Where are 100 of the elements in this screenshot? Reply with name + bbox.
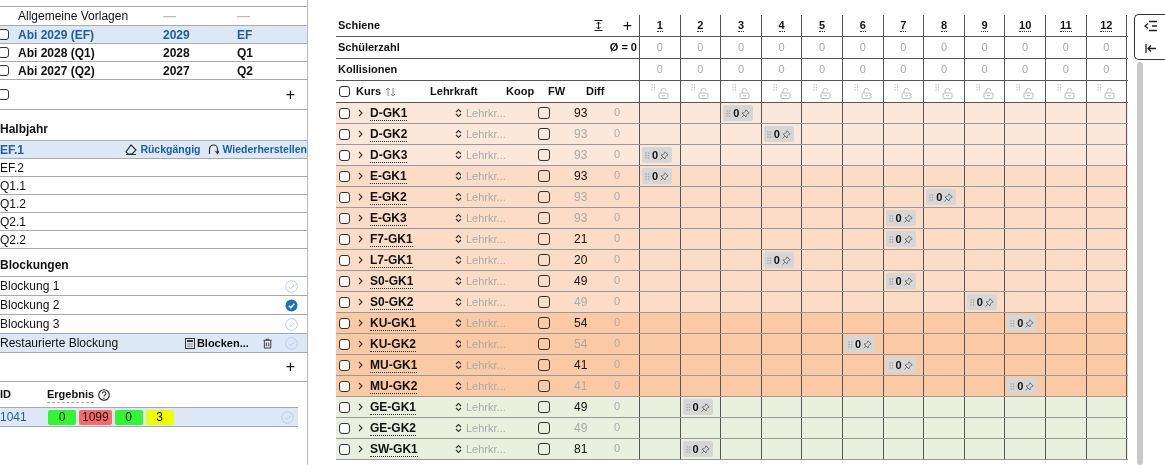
checkbox[interactable] — [339, 107, 350, 119]
add-button[interactable]: + — [285, 359, 295, 375]
up-down-chevron-icon[interactable] — [455, 423, 462, 433]
teacher-input-field[interactable]: Lehrkr... — [466, 188, 528, 206]
teacher-input-field[interactable]: Lehrkr... — [466, 377, 528, 395]
up-down-chevron-icon[interactable] — [455, 171, 462, 181]
pin-icon[interactable] — [660, 171, 670, 181]
rail-number[interactable]: 6 — [859, 19, 866, 32]
checkbox[interactable] — [339, 380, 350, 392]
checkbox[interactable] — [0, 29, 9, 40]
course-link[interactable]: KU-GK2 — [370, 337, 416, 352]
course-link[interactable]: S0-GK2 — [370, 295, 414, 310]
course-link[interactable]: MU-GK2 — [370, 379, 418, 394]
assignment-chip[interactable]: 0 — [723, 105, 754, 121]
check-circle-outline-icon[interactable] — [285, 279, 298, 293]
redo-button[interactable]: Wiederherstellen — [208, 141, 307, 158]
expand-chevron-icon[interactable] — [358, 361, 363, 369]
drag-handle-icon[interactable] — [732, 84, 737, 91]
checkbox[interactable] — [339, 401, 350, 413]
semester-row[interactable]: EF.1 Rückgängig Wiederherstellen — [0, 140, 307, 158]
up-down-chevron-icon[interactable] — [455, 192, 462, 202]
checkbox[interactable] — [339, 317, 350, 329]
teacher-input-field[interactable]: Lehrkr... — [466, 398, 528, 416]
checkbox[interactable] — [0, 65, 9, 76]
rail-number[interactable]: 12 — [1100, 19, 1113, 32]
name-input-field[interactable]: Restaurierte Blockung — [0, 334, 183, 352]
list-indent-icon[interactable] — [1143, 20, 1158, 33]
up-down-chevron-icon[interactable] — [455, 255, 462, 265]
drag-handle-icon[interactable] — [1010, 319, 1016, 327]
teacher-input-field[interactable]: Lehrkr... — [466, 209, 528, 227]
rail-number[interactable]: 9 — [981, 19, 988, 32]
rail-number[interactable]: 1 — [656, 19, 663, 32]
drag-handle-icon[interactable] — [691, 84, 697, 91]
drag-handle-icon[interactable] — [888, 361, 894, 369]
checkbox[interactable] — [339, 128, 350, 140]
assignment-chip[interactable]: 0 — [642, 147, 673, 163]
assignment-chip[interactable]: 0 — [885, 357, 916, 373]
check-circle-icon[interactable] — [285, 298, 298, 312]
drag-handle-icon[interactable] — [847, 340, 853, 348]
rail-number[interactable]: 10 — [1019, 19, 1032, 32]
assignment-chip[interactable]: 0 — [885, 273, 916, 289]
checkbox[interactable] — [538, 380, 550, 392]
checkbox[interactable] — [339, 212, 350, 224]
fit-height-icon[interactable] — [593, 20, 603, 31]
up-down-chevron-icon[interactable] — [455, 213, 462, 223]
up-down-chevron-icon[interactable] — [455, 402, 462, 412]
drag-handle-icon[interactable] — [813, 84, 819, 91]
assignment-chip[interactable]: 0 — [642, 168, 673, 184]
blocken-button[interactable]: Blocken... — [184, 334, 249, 352]
teacher-input-field[interactable]: Lehrkr... — [466, 125, 528, 143]
assignment-chip[interactable]: 0 — [885, 231, 916, 247]
checkbox[interactable] — [0, 47, 9, 58]
expand-chevron-icon[interactable] — [358, 151, 363, 159]
drag-handle-icon[interactable] — [772, 84, 778, 91]
up-down-chevron-icon[interactable] — [455, 318, 462, 328]
expand-chevron-icon[interactable] — [358, 193, 363, 201]
rail-number[interactable]: 7 — [900, 19, 907, 32]
checkbox[interactable] — [339, 275, 350, 287]
expand-chevron-icon[interactable] — [358, 277, 363, 285]
drag-handle-icon[interactable] — [853, 84, 859, 91]
drag-handle-icon[interactable] — [975, 84, 981, 91]
up-down-chevron-icon[interactable] — [455, 234, 462, 244]
course-link[interactable]: F7-GK1 — [370, 232, 413, 247]
assignment-chip[interactable]: 0 — [682, 399, 713, 415]
help-icon[interactable] — [98, 388, 111, 401]
pin-icon[interactable] — [660, 150, 670, 160]
expand-chevron-icon[interactable] — [358, 382, 363, 390]
pin-icon[interactable] — [903, 360, 913, 370]
checkbox[interactable] — [339, 359, 350, 371]
drag-handle-icon[interactable] — [929, 193, 935, 201]
checkbox[interactable] — [339, 191, 350, 203]
checkbox[interactable] — [339, 149, 350, 161]
expand-chevron-icon[interactable] — [358, 109, 363, 117]
semester-row[interactable]: Q1.2 — [0, 194, 307, 212]
checkbox[interactable] — [538, 338, 550, 350]
checkbox[interactable] — [538, 317, 550, 329]
pin-icon[interactable] — [700, 402, 710, 412]
template-row[interactable]: Abi 2029 (EF) 2029 EF — [0, 26, 307, 44]
drag-handle-icon[interactable] — [685, 403, 691, 411]
blocking-row[interactable]: Restaurierte Blockung Blocken... — [0, 333, 307, 352]
expand-chevron-icon[interactable] — [358, 256, 363, 264]
up-down-chevron-icon[interactable] — [455, 360, 462, 370]
drag-handle-icon[interactable] — [888, 277, 894, 285]
course-link[interactable]: KU-GK1 — [370, 316, 416, 331]
up-down-chevron-icon[interactable] — [455, 150, 462, 160]
expand-chevron-icon[interactable] — [358, 172, 363, 180]
scrollbar[interactable] — [1137, 62, 1143, 465]
collapse-left-icon[interactable] — [1144, 42, 1157, 54]
checkbox[interactable] — [538, 401, 550, 413]
expand-chevron-icon[interactable] — [358, 319, 363, 327]
checkbox[interactable] — [538, 170, 550, 182]
drag-handle-icon[interactable] — [888, 235, 894, 243]
pin-icon[interactable] — [863, 339, 873, 349]
teacher-input-field[interactable]: Lehrkr... — [466, 230, 528, 248]
checkbox[interactable] — [339, 296, 350, 308]
pin-icon[interactable] — [700, 444, 710, 454]
expand-chevron-icon[interactable] — [358, 340, 363, 348]
pin-icon[interactable] — [903, 276, 913, 286]
rail-number[interactable]: 4 — [778, 19, 785, 32]
drag-handle-icon[interactable] — [934, 84, 940, 91]
